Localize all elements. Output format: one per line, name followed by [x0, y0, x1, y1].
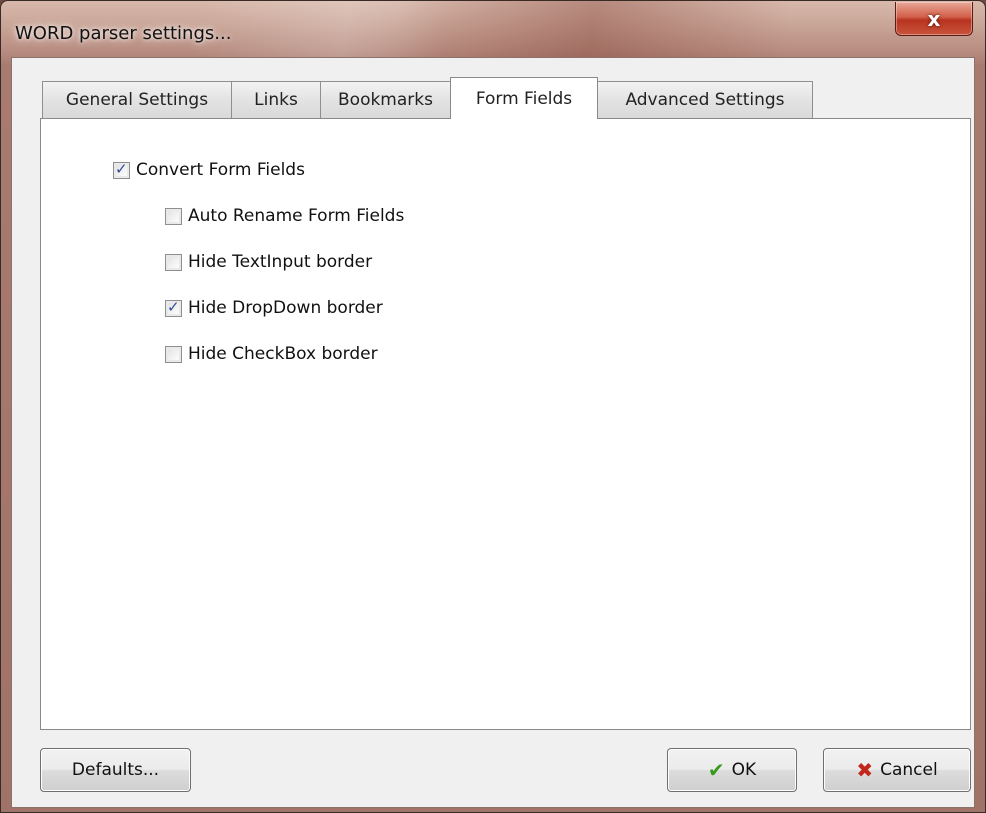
tab-strip: General Settings Links Bookmarks Form Fi… — [42, 77, 813, 119]
defaults-label: Defaults... — [71, 760, 160, 780]
auto-rename-option[interactable]: Auto Rename Form Fields — [165, 206, 404, 226]
tab-label: Form Fields — [475, 88, 573, 109]
hide-dropdown-border-checkbox[interactable] — [165, 298, 182, 317]
tab-general-settings[interactable]: General Settings — [42, 81, 232, 118]
window-title: WORD parser settings... — [15, 23, 232, 44]
tab-bookmarks[interactable]: Bookmarks — [320, 81, 451, 118]
tab-label: Advanced Settings — [625, 90, 785, 110]
hide-checkbox-border-checkbox[interactable] — [165, 345, 182, 363]
hide-checkbox-border-label: Hide CheckBox border — [188, 344, 378, 364]
ok-button[interactable]: ✔ OK — [667, 748, 797, 792]
hide-checkbox-border-option[interactable]: Hide CheckBox border — [165, 344, 378, 364]
defaults-button[interactable]: Defaults... — [40, 748, 191, 792]
checkmark-icon: ✔ — [707, 758, 725, 782]
tab-label: Bookmarks — [338, 90, 433, 110]
hide-textinput-border-label: Hide TextInput border — [188, 252, 373, 272]
convert-form-fields-checkbox[interactable] — [113, 160, 130, 179]
auto-rename-checkbox[interactable] — [165, 207, 182, 225]
cancel-label: Cancel — [880, 760, 938, 780]
close-icon: x — [927, 6, 941, 31]
dialog-window: WORD parser settings... x General Settin… — [0, 0, 986, 813]
tab-label: General Settings — [65, 90, 209, 110]
hide-dropdown-border-option[interactable]: Hide DropDown border — [165, 298, 383, 318]
hide-dropdown-border-label: Hide DropDown border — [188, 298, 383, 318]
dialog-client-area: General Settings Links Bookmarks Form Fi… — [11, 57, 975, 808]
cancel-button[interactable]: ✖ Cancel — [823, 748, 971, 792]
convert-form-fields-option[interactable]: Convert Form Fields — [113, 160, 305, 180]
form-fields-panel: Convert Form Fields Auto Rename Form Fie… — [40, 118, 971, 730]
ok-label: OK — [731, 760, 757, 780]
close-button[interactable]: x — [895, 2, 973, 36]
tab-links[interactable]: Links — [231, 81, 321, 118]
x-icon: ✖ — [856, 758, 874, 782]
tab-advanced-settings[interactable]: Advanced Settings — [597, 81, 813, 118]
tab-form-fields[interactable]: Form Fields — [450, 77, 598, 119]
auto-rename-label: Auto Rename Form Fields — [188, 206, 405, 226]
tab-label: Links — [254, 90, 298, 110]
hide-textinput-border-option[interactable]: Hide TextInput border — [165, 252, 372, 272]
hide-textinput-border-checkbox[interactable] — [165, 253, 182, 271]
convert-form-fields-label: Convert Form Fields — [136, 160, 305, 180]
